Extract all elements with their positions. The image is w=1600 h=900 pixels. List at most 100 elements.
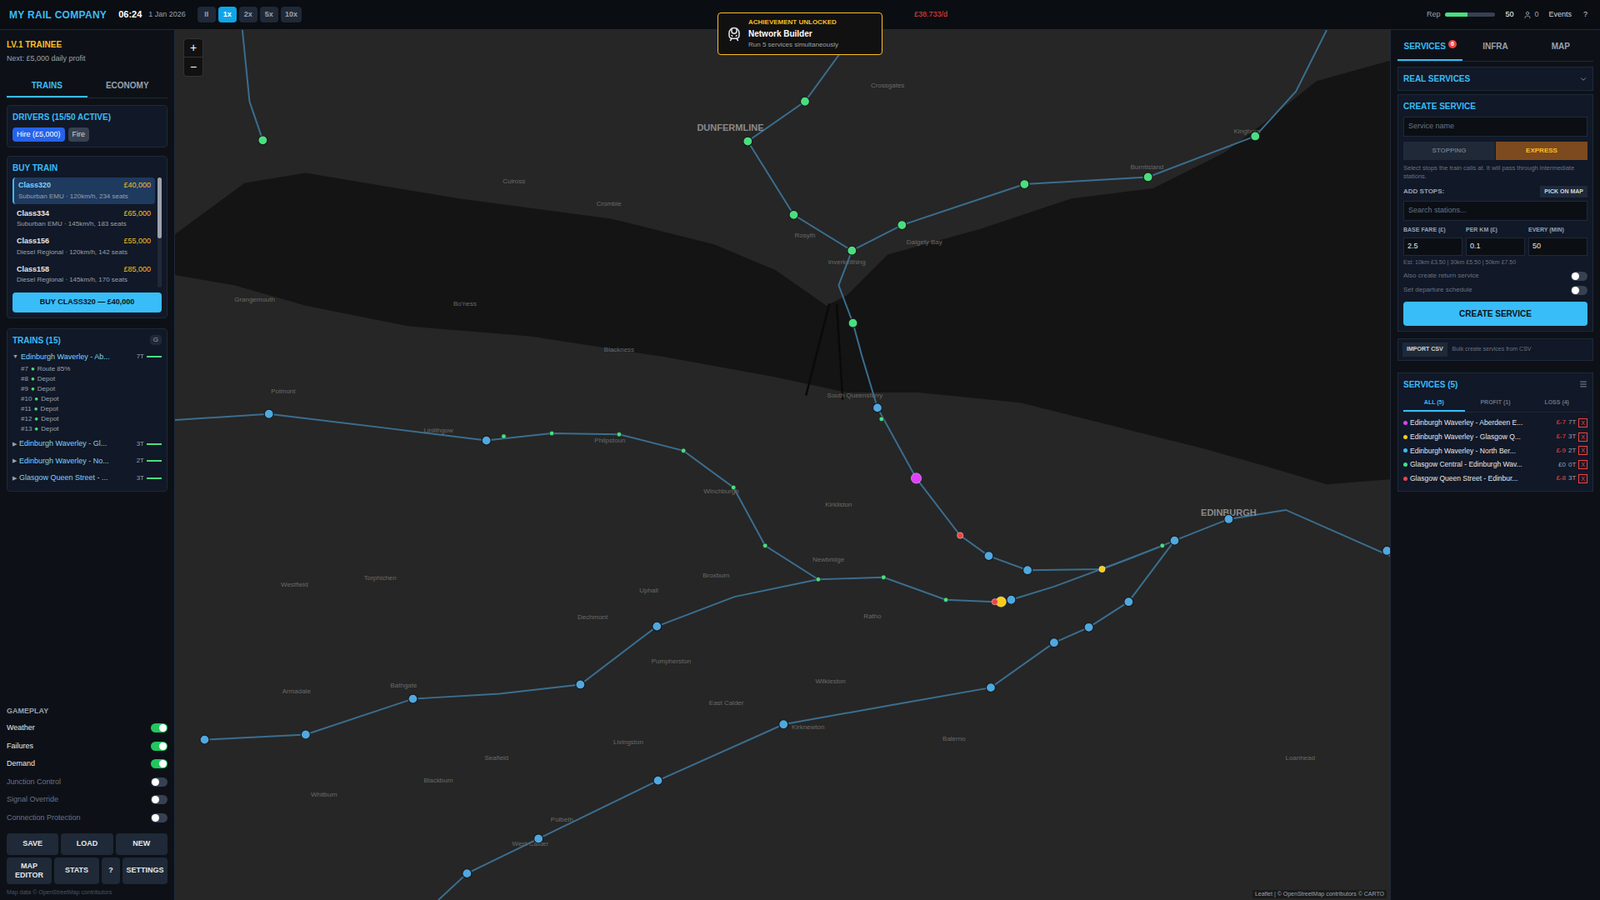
station-dot[interactable] [730,485,736,490]
fare-field-input[interactable] [1403,237,1463,256]
train-marker[interactable] [1099,565,1105,572]
train-model[interactable]: Class156£55,000Diesel Regional · 120km/h… [12,233,155,260]
tool-button[interactable]: ? [101,857,120,885]
station-dot[interactable] [1020,180,1030,190]
station-dot[interactable] [1224,514,1234,524]
station-dot[interactable] [616,431,622,437]
service-row[interactable]: Glasgow Central - Edinburgh Wav...£00TX [1403,457,1588,472]
station-dot[interactable] [462,869,472,879]
trains-badge[interactable]: G [150,335,162,345]
train-row[interactable]: #13●Depot [20,424,162,435]
gameplay-toggle[interactable] [150,795,168,805]
real-services-header[interactable]: REAL SERVICES [1397,66,1594,91]
train-group-header[interactable]: ▼Edinburgh Waverley - Ab...7T [12,350,162,365]
train-row[interactable]: #9●Depot [20,384,162,395]
service-delete-button[interactable]: X [1578,445,1588,455]
tool-button[interactable]: SETTINGS [122,857,168,885]
station-dot[interactable] [300,730,310,740]
left-tab[interactable]: TRAINS [6,75,88,98]
file-button[interactable]: NEW [115,833,168,855]
train-row[interactable]: #7●Route 85% [20,364,162,375]
service-filter-tab[interactable]: LOSS (4) [1525,395,1588,413]
station-dot[interactable] [549,430,555,436]
station-dot[interactable] [815,576,821,582]
gameplay-toggle[interactable] [150,813,168,823]
stop-mode-option[interactable]: EXPRESS [1495,141,1588,160]
zoom-in-button[interactable]: + [184,39,203,58]
list-scrollbar[interactable] [157,177,162,288]
station-dot[interactable] [985,683,995,693]
station-dot[interactable] [680,448,686,454]
train-marker[interactable] [957,532,964,539]
station-dot[interactable] [258,135,268,145]
station-dot[interactable] [653,775,663,785]
station-dot[interactable] [1124,597,1134,607]
station-search[interactable] [1403,200,1588,221]
gameplay-toggle[interactable] [150,741,168,751]
station-dot[interactable] [897,220,907,230]
station-dot[interactable] [1250,131,1260,141]
train-group-header[interactable]: ▶Edinburgh Waverley - No...2T [12,454,162,470]
station-dot[interactable] [1160,543,1165,549]
station-dot[interactable] [652,621,662,631]
train-marker[interactable] [910,473,921,484]
station-dot[interactable] [847,245,857,255]
station-dot[interactable] [879,416,885,422]
station-dot[interactable] [1049,638,1059,648]
station-dot[interactable] [762,543,768,549]
file-button[interactable]: SAVE [6,833,59,855]
service-delete-button[interactable]: X [1578,432,1588,442]
create-service-button[interactable]: CREATE SERVICE [1403,301,1588,326]
train-model[interactable]: Class158£85,000Diesel Regional · 145km/h… [12,261,155,289]
station-dot[interactable] [264,409,274,419]
left-tab[interactable]: ECONOMY [87,75,169,98]
service-option-toggle[interactable] [1570,271,1588,281]
right-tab[interactable]: MAP [1528,33,1594,61]
station-dot[interactable] [501,434,507,440]
service-row[interactable]: Glasgow Queen Street - Edinbur...£-83TX [1403,471,1588,486]
fare-field-input[interactable] [1465,237,1525,256]
station-dot[interactable] [534,834,544,844]
speed-button[interactable]: 10x [280,6,302,24]
train-group-header[interactable]: ▶Glasgow Queen Street - ...3T [12,470,162,486]
station-dot[interactable] [984,551,994,561]
train-row[interactable]: #11●Depot [20,404,162,415]
file-button[interactable]: LOAD [60,833,113,855]
train-model[interactable]: Class320£40,000Suburban EMU · 120km/h, 2… [12,177,155,205]
train-row[interactable]: #10●Depot [20,394,162,405]
map[interactable]: DUNFERMLINERosythInverkeithingDalgety Ba… [175,30,1390,900]
station-dot[interactable] [848,318,858,328]
train-row[interactable]: #12●Depot [20,414,162,425]
train-group-header[interactable]: ▶Edinburgh Waverley - Gl...3T [12,436,162,452]
train-marker[interactable] [991,599,998,605]
service-delete-button[interactable]: X [1578,418,1588,428]
station-dot[interactable] [789,210,799,220]
right-tab[interactable]: SERVICES6 [1397,33,1463,61]
fare-field-input[interactable] [1528,237,1588,256]
buy-button[interactable]: BUY CLASS320 — £40,000 [12,292,162,313]
pick-on-map-button[interactable]: PICK ON MAP [1540,185,1588,199]
service-row[interactable]: Edinburgh Waverley - Aberdeen E...£-77TX [1403,415,1588,430]
station-dot[interactable] [800,96,810,106]
station-dot[interactable] [1084,622,1094,632]
service-filter-tab[interactable]: ALL (5) [1403,395,1465,413]
station-dot[interactable] [1023,565,1033,575]
station-dot[interactable] [481,435,491,445]
scroll-thumb[interactable] [157,177,162,239]
speed-button[interactable]: 2x [239,6,258,24]
zoom-out-button[interactable]: − [184,57,203,76]
service-option-toggle[interactable] [1570,285,1588,295]
fire-button[interactable]: Fire [68,127,90,143]
stop-mode-option[interactable]: STOPPING [1403,141,1495,160]
service-name-input[interactable] [1403,116,1588,137]
speed-button[interactable]: II [197,6,216,24]
service-delete-button[interactable]: X [1578,460,1588,470]
train-row[interactable]: #8●Depot [20,374,162,385]
right-tab[interactable]: INFRA [1462,33,1528,61]
station-dot[interactable] [743,136,753,146]
station-dot[interactable] [408,694,418,704]
events-button[interactable]: Events [1548,9,1572,21]
gameplay-toggle[interactable] [150,777,168,787]
tool-button[interactable]: MAP EDITOR [6,857,52,885]
import-csv-button[interactable]: IMPORT CSV [1402,342,1448,357]
